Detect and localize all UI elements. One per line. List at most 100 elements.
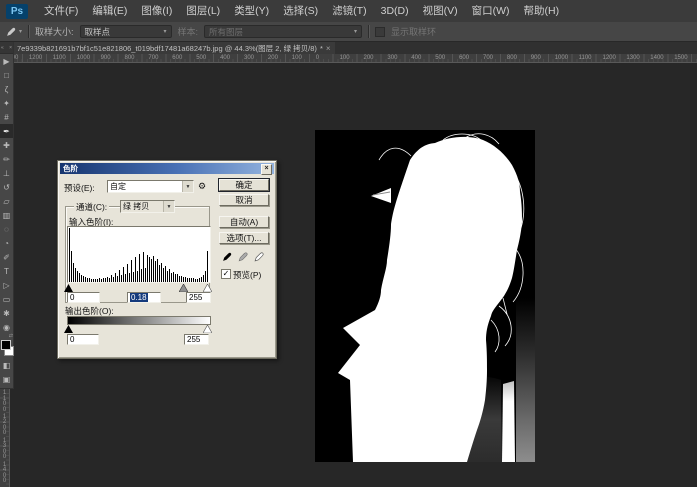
swap-colors-icon[interactable]: ⇄ (9, 334, 13, 339)
magic-wand-tool[interactable]: ✦ (0, 96, 13, 110)
histogram-bar (117, 276, 118, 282)
menu-bar: Ps 文件(F)编辑(E)图像(I)图层(L)类型(Y)选择(S)滤镜(T)3D… (0, 0, 697, 23)
menu-item[interactable]: 编辑(E) (85, 5, 134, 17)
input-black-field[interactable]: 0 (67, 292, 100, 303)
crop-tool[interactable]: # (0, 110, 13, 124)
zoom-tool[interactable]: ◉ (0, 320, 13, 334)
menu-item[interactable]: 选择(S) (276, 5, 325, 17)
sample-dropdown[interactable]: 所有图层 ▾ (204, 25, 362, 38)
type-tool[interactable]: T (0, 264, 13, 278)
input-gamma-field[interactable]: 0.18 (127, 292, 161, 303)
histogram-bar (197, 279, 198, 282)
histogram-bar (131, 260, 132, 282)
active-tool-preview[interactable]: ▾ (6, 26, 22, 37)
histogram-bar (205, 271, 206, 282)
menu-item[interactable]: 帮助(H) (517, 5, 567, 17)
ruler-label: 300 (244, 54, 254, 62)
gray-point-eyedropper-icon[interactable] (238, 251, 249, 262)
histogram-bar (115, 273, 116, 282)
histogram-bar (189, 278, 190, 282)
gradient-tool[interactable]: ▥ (0, 208, 13, 222)
menu-item[interactable]: 图层(L) (179, 5, 227, 17)
output-white-field[interactable]: 255 (184, 334, 209, 345)
sample-size-dropdown[interactable]: 取样点 ▾ (80, 25, 172, 38)
menu-item[interactable]: 窗口(W) (465, 5, 517, 17)
input-black-slider[interactable] (64, 284, 73, 292)
menu-item[interactable]: 3D(D) (374, 5, 416, 17)
horizontal-ruler: 1300120011001000900800700600500400300200… (13, 54, 697, 63)
shape-tool[interactable]: ▭ (0, 292, 13, 306)
ruler-label: 1400 (650, 54, 663, 62)
histogram-bar (183, 277, 184, 282)
show-sampling-ring-checkbox[interactable] (375, 27, 385, 37)
cancel-button[interactable]: 取消 (219, 194, 269, 206)
input-gamma-slider[interactable] (179, 284, 188, 292)
histogram-bar (99, 278, 100, 282)
clone-stamp-tool[interactable]: ⊥ (0, 166, 13, 180)
hand-tool[interactable]: ✱ (0, 306, 13, 320)
histogram-bar (149, 257, 150, 282)
output-black-field[interactable]: 0 (67, 334, 99, 345)
blur-tool[interactable]: ◌ (0, 222, 13, 236)
menu-item[interactable]: 视图(V) (416, 5, 465, 17)
dialog-title-bar[interactable]: 色阶 × (60, 163, 274, 174)
histogram-bar (159, 265, 160, 282)
histogram (67, 226, 211, 283)
lasso-tool[interactable]: ζ (0, 82, 13, 96)
ruler-label: 400 (220, 54, 230, 62)
output-black-slider[interactable] (64, 325, 73, 333)
dropdown-arrow-icon: ▼ (163, 201, 174, 212)
document-tab[interactable]: 7e9339b821691b7bf1c51e821806_t019bdf1748… (13, 42, 335, 54)
tools-panel: « × ▶□ζ✦#✒✚✏⊥↺▱▥◌◔✐T▷▭✱◉ ⇄ ◧▣ (0, 42, 14, 389)
eraser-tool[interactable]: ▱ (0, 194, 13, 208)
menu-item[interactable]: 图像(I) (134, 5, 179, 17)
histogram-bar (83, 276, 84, 282)
histogram-bar (147, 255, 148, 282)
histogram-bar (129, 273, 130, 282)
histogram-bar (97, 279, 98, 282)
dodge-tool[interactable]: ◔ (0, 236, 13, 250)
ruler-label: 1 3 0 0 (0, 439, 9, 461)
history-brush-tool[interactable]: ↺ (0, 180, 13, 194)
tab-close-icon[interactable]: × (326, 44, 331, 53)
collapse-panel-icon[interactable]: « (1, 45, 4, 51)
foreground-color-swatch[interactable] (1, 340, 11, 350)
dialog-close-icon[interactable]: × (261, 164, 272, 175)
screen-mode-button[interactable]: ▣ (0, 372, 13, 386)
path-select-tool[interactable]: ▷ (0, 278, 13, 292)
ruler-label: 0 (316, 54, 319, 62)
pen-tool[interactable]: ✐ (0, 250, 13, 264)
menu-item[interactable]: 类型(Y) (227, 5, 276, 17)
preset-options-gear-icon[interactable]: ⚙ (198, 181, 206, 192)
document-canvas-mask-image[interactable] (315, 130, 535, 462)
white-point-eyedropper-icon[interactable] (254, 251, 265, 262)
histogram-bar (125, 274, 126, 282)
histogram-bar (203, 275, 204, 282)
eyedropper-tool[interactable]: ✒ (0, 124, 13, 138)
histogram-bar (141, 269, 142, 282)
close-panel-icon[interactable]: × (9, 45, 12, 51)
move-tool[interactable]: ▶ (0, 54, 13, 68)
histogram-bar (201, 277, 202, 282)
channel-dropdown[interactable]: 绿 拷贝 ▼ (120, 200, 175, 213)
output-white-slider[interactable] (203, 325, 212, 333)
black-point-eyedropper-icon[interactable] (222, 251, 233, 262)
dropdown-caret-icon: ▾ (158, 28, 167, 35)
healing-brush-tool[interactable]: ✚ (0, 138, 13, 152)
input-white-field[interactable]: 255 (186, 292, 211, 303)
menu-item[interactable]: 文件(F) (37, 5, 85, 17)
options-button[interactable]: 选项(T)... (219, 232, 269, 244)
photoshop-logo: Ps (6, 4, 28, 19)
histogram-bar (123, 267, 124, 282)
auto-button[interactable]: 自动(A) (219, 216, 269, 228)
histogram-bar (69, 228, 70, 282)
preview-checkbox[interactable]: ✓ (221, 269, 231, 279)
preset-dropdown[interactable]: 自定 ▼ (107, 180, 194, 193)
input-white-slider[interactable] (203, 284, 212, 292)
menu-item[interactable]: 滤镜(T) (325, 5, 373, 17)
ok-button[interactable]: 确定 (219, 179, 269, 191)
marquee-tool[interactable]: □ (0, 68, 13, 82)
quick-mask-button[interactable]: ◧ (0, 358, 13, 372)
brush-tool[interactable]: ✏ (0, 152, 13, 166)
histogram-bar (71, 251, 72, 282)
